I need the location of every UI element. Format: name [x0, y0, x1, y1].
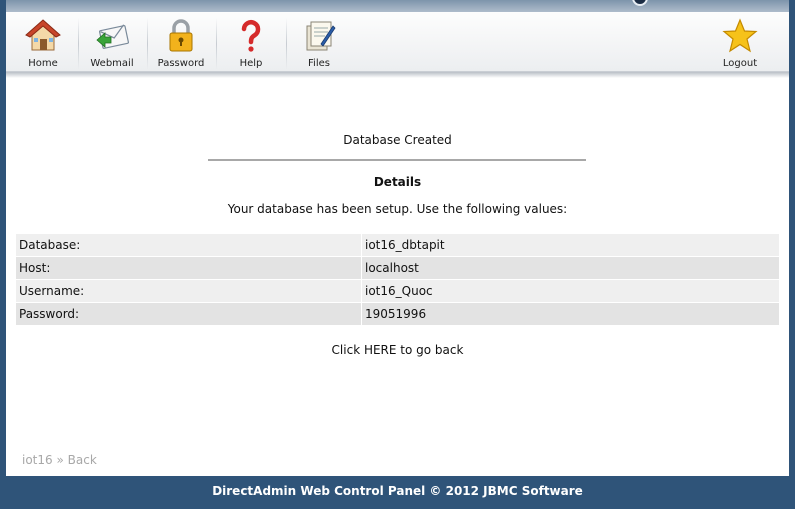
files-button[interactable]: Files — [284, 18, 354, 74]
table-row: Database: iot16_dbtapit — [16, 234, 779, 256]
row-key: Username: — [16, 280, 362, 302]
page-title: Database Created — [343, 133, 452, 147]
star-icon — [722, 18, 758, 53]
toolbar-shadow — [6, 72, 789, 78]
breadcrumb-back[interactable]: Back — [68, 453, 97, 467]
webmail-label: Webmail — [90, 58, 134, 69]
row-key: Password: — [16, 303, 362, 325]
logout-button[interactable]: Logout — [705, 18, 775, 74]
webmail-icon — [96, 24, 130, 49]
setup-message: Your database has been setup. Use the fo… — [227, 202, 568, 216]
table-row: Password: 19051996 — [16, 303, 779, 325]
webmail-button[interactable]: Webmail — [77, 18, 147, 74]
password-button[interactable]: Password — [146, 18, 216, 74]
top-strip — [6, 0, 789, 12]
row-value: localhost — [362, 257, 779, 279]
footer: DirectAdmin Web Control Panel © 2012 JBM… — [6, 476, 789, 509]
breadcrumb: iot16 » Back — [22, 453, 97, 467]
row-key: Database: — [16, 234, 362, 256]
row-value: 19051996 — [362, 303, 779, 325]
footer-text: DirectAdmin Web Control Panel © 2012 JBM… — [212, 484, 583, 498]
table-row: Host: localhost — [16, 257, 779, 279]
top-orb-icon — [632, 0, 648, 6]
details-heading: Details — [373, 175, 422, 189]
question-icon — [241, 20, 261, 52]
title-divider — [208, 159, 586, 161]
row-value: iot16_dbtapit — [362, 234, 779, 256]
files-icon — [306, 21, 336, 51]
database-details-table: Database: iot16_dbtapit Host: localhost … — [16, 233, 779, 326]
password-label: Password — [157, 58, 205, 69]
home-icon — [25, 19, 61, 51]
home-button[interactable]: Home — [8, 18, 78, 74]
lock-icon — [169, 19, 193, 52]
page-frame: Home Webmail Password Help Files Logout … — [6, 0, 789, 509]
row-value: iot16_Quoc — [362, 280, 779, 302]
table-row: Username: iot16_Quoc — [16, 280, 779, 302]
breadcrumb-separator: » — [56, 453, 64, 467]
row-key: Host: — [16, 257, 362, 279]
breadcrumb-user[interactable]: iot16 — [22, 453, 53, 467]
help-label: Help — [239, 58, 263, 69]
home-label: Home — [28, 58, 58, 69]
logout-label: Logout — [722, 58, 758, 69]
go-back-link[interactable]: Click HERE to go back — [6, 343, 789, 357]
files-label: Files — [308, 58, 330, 69]
toolbar: Home Webmail Password Help Files Logout — [6, 12, 789, 72]
help-button[interactable]: Help — [216, 18, 286, 74]
